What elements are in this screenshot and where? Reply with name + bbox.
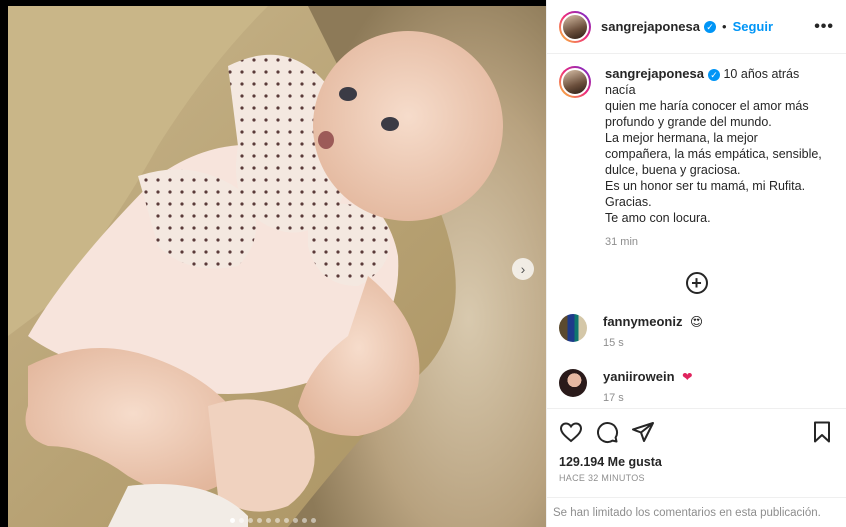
post-header: sangrejaponesa ✓ • Seguir ••• <box>547 0 846 54</box>
carousel-dot <box>266 518 271 523</box>
comments-limited-notice: Se han limitado los comentarios en esta … <box>547 497 846 527</box>
commenter-username[interactable]: yaniirowein <box>603 369 675 384</box>
commenter-avatar[interactable] <box>559 369 587 397</box>
comment-text: 😍 <box>689 315 703 329</box>
comment-icon[interactable] <box>595 420 619 444</box>
caption-line: profundo y grande del mundo. <box>605 115 772 129</box>
caption-username[interactable]: sangrejaponesa <box>605 66 704 81</box>
carousel-dot <box>257 518 262 523</box>
carousel-dot <box>239 518 244 523</box>
author-avatar[interactable] <box>559 10 591 43</box>
comments-list[interactable]: sangrejaponesa ✓ 10 años atrás nacía quie… <box>547 54 846 408</box>
post-modal: › sangrejaponesa ✓ • Seguir ••• sangreja… <box>0 0 846 527</box>
carousel-dot <box>284 518 289 523</box>
baby-photo <box>8 6 546 527</box>
follow-button[interactable]: Seguir <box>733 19 773 34</box>
caption-line: compañera, la más empática, sensible, <box>605 147 822 161</box>
verified-icon: ✓ <box>708 68 720 81</box>
comment-item: fannymeoniz 😍 15 s <box>559 314 834 349</box>
carousel-dot <box>302 518 307 523</box>
caption-line: dulce, buena y graciosa. <box>605 163 741 177</box>
next-slide-button[interactable]: › <box>512 258 534 280</box>
caption-line: Es un honor ser tu mamá, mi Rufita. <box>605 179 806 193</box>
carousel-dot <box>230 518 235 523</box>
caption-line: La mejor hermana, la mejor <box>605 131 758 145</box>
caption-line: Te amo con locura. <box>605 211 711 225</box>
comment-text: ❤ <box>682 370 693 384</box>
caption-time[interactable]: 31 min <box>605 234 825 250</box>
post-media[interactable]: › <box>0 0 546 527</box>
posted-time[interactable]: HACE 32 MINUTOS <box>559 473 834 483</box>
comment-time[interactable]: 17 s <box>603 392 693 404</box>
commenter-avatar[interactable] <box>559 314 587 342</box>
caption: sangrejaponesa ✓ 10 años atrás nacía quie… <box>559 66 834 250</box>
verified-icon: ✓ <box>704 20 716 33</box>
action-bar: 129.194 Me gusta HACE 32 MINUTOS <box>547 408 846 497</box>
caption-line: Gracias. <box>605 195 652 209</box>
carousel-dot <box>293 518 298 523</box>
separator-dot: • <box>722 19 727 34</box>
commenter-username[interactable]: fannymeoniz <box>603 314 682 329</box>
comment-time[interactable]: 15 s <box>603 337 703 349</box>
bookmark-icon[interactable] <box>810 420 834 444</box>
carousel-dot <box>248 518 253 523</box>
likes-count[interactable]: 129.194 Me gusta <box>559 455 834 469</box>
author-username[interactable]: sangrejaponesa <box>601 19 700 34</box>
carousel-dot <box>275 518 280 523</box>
comment-item: yaniirowein ❤ 17 s <box>559 369 834 404</box>
caption-avatar[interactable] <box>559 66 591 98</box>
caption-line: quien me haría conocer el amor más <box>605 99 809 113</box>
post-sidebar: sangrejaponesa ✓ • Seguir ••• sangrejapo… <box>546 0 846 527</box>
chevron-right-icon: › <box>520 261 526 277</box>
carousel-indicator <box>0 518 546 523</box>
caption-text: sangrejaponesa ✓ 10 años atrás nacía quie… <box>605 66 825 250</box>
more-icon[interactable]: ••• <box>814 18 834 36</box>
carousel-dot <box>311 518 316 523</box>
plus-icon[interactable]: + <box>685 272 708 294</box>
heart-icon[interactable] <box>559 420 583 444</box>
load-more: + <box>559 272 834 294</box>
share-icon[interactable] <box>631 420 655 444</box>
